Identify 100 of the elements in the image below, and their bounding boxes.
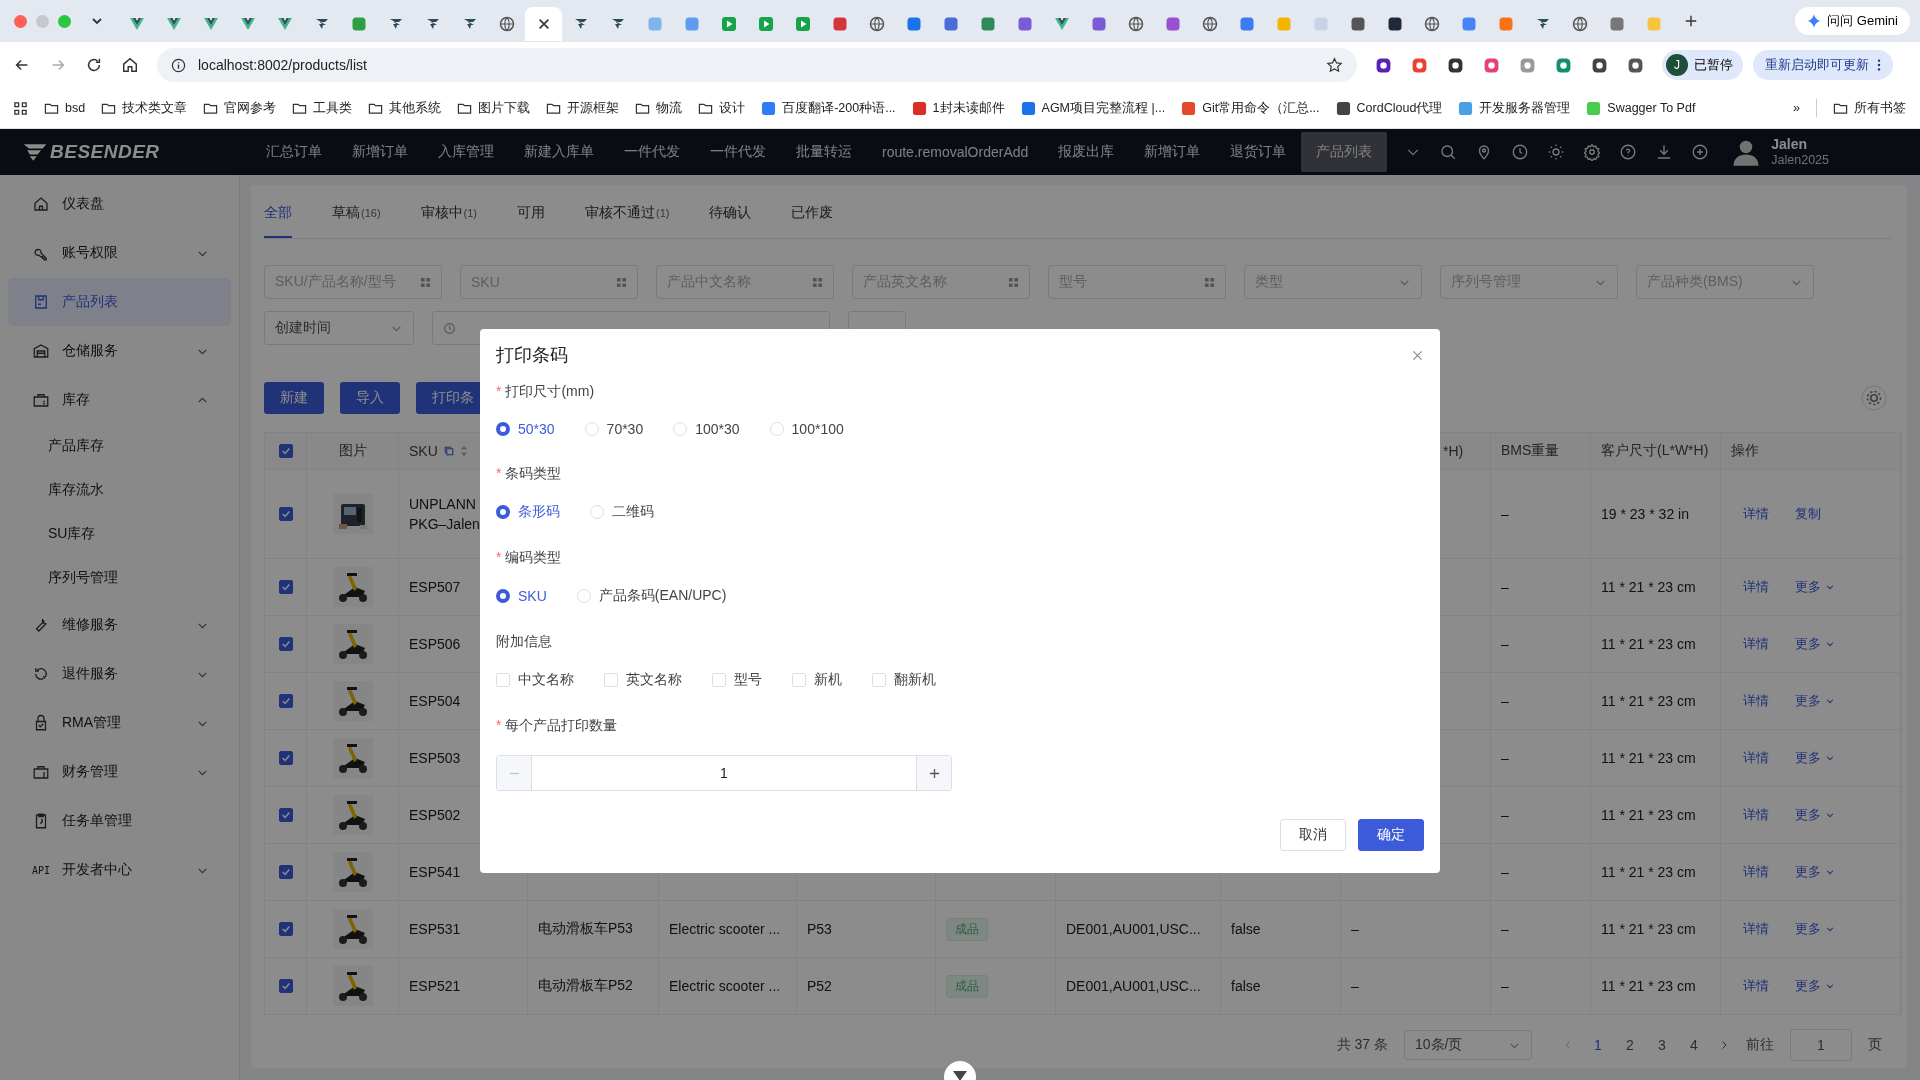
profile-button[interactable]: J 已暂停 [1662, 50, 1743, 80]
checkbox-option[interactable]: 型号 [712, 671, 762, 689]
sidebar-item[interactable]: API 开发者中心 [8, 846, 231, 894]
bookmark[interactable]: AGM项目完整流程 |... [1020, 99, 1166, 117]
row-checkbox[interactable] [278, 507, 293, 521]
bookmark[interactable]: 其他系统 [368, 99, 442, 117]
copy-icon[interactable] [442, 445, 455, 457]
sidebar-item[interactable]: RMA管理 [8, 699, 231, 747]
bookmark[interactable]: 设计 [698, 99, 746, 117]
row-checkbox[interactable] [278, 865, 293, 879]
home-icon[interactable] [121, 56, 139, 74]
bookmark[interactable]: 技术类文章 [101, 99, 188, 117]
radio-button[interactable] [496, 589, 510, 603]
bookmark[interactable]: 官网参考 [203, 99, 277, 117]
sort-icon[interactable] [459, 445, 468, 457]
status-tab[interactable]: 审核不通过(1) [585, 190, 670, 238]
sidebar-item[interactable]: 退件服务 [8, 650, 231, 698]
close-icon[interactable] [536, 17, 551, 31]
checkbox[interactable] [604, 673, 618, 687]
nav-tab[interactable]: route.removalOrderAdd [867, 129, 1044, 175]
row-checkbox[interactable] [278, 808, 293, 822]
action-link[interactable]: 详情 [1743, 920, 1769, 938]
page-number[interactable]: 2 [1622, 1037, 1638, 1053]
extension-icon[interactable] [1591, 56, 1608, 74]
status-tab[interactable]: 已作废 [791, 190, 834, 238]
extension-icon[interactable] [1627, 56, 1644, 74]
action-link[interactable]: 详情 [1743, 863, 1769, 881]
status-tab[interactable]: 待确认 [709, 190, 752, 238]
action-link[interactable]: 详情 [1743, 977, 1769, 995]
column-header[interactable]: SKU [409, 443, 438, 459]
clock-icon[interactable] [1511, 143, 1530, 161]
row-checkbox[interactable] [278, 694, 293, 708]
sidebar-item[interactable]: 仓储服务 [8, 327, 231, 375]
nav-tab[interactable]: 汇总订单 [251, 129, 337, 175]
radio-option[interactable]: 产品条码(EAN/UPC) [576, 587, 727, 605]
sidebar-subitem[interactable]: 序列号管理 [0, 556, 239, 600]
row-checkbox[interactable] [278, 979, 293, 993]
bookmark[interactable]: 图片下载 [457, 99, 531, 117]
row-checkbox[interactable] [278, 751, 293, 765]
confirm-button[interactable]: 确定 [1358, 819, 1424, 851]
page-size-select[interactable]: 10条/页 [1404, 1030, 1532, 1060]
reload-icon[interactable] [85, 56, 103, 74]
status-tab[interactable]: 可用 [517, 190, 545, 238]
row-checkbox[interactable] [278, 922, 293, 936]
bookmark[interactable]: 百度翻译-200种语... [761, 99, 896, 117]
nav-tab[interactable]: 新增订单 [1129, 129, 1216, 175]
gemini-button[interactable]: 问问 Gemini [1795, 7, 1910, 35]
checkbox-option[interactable]: 新机 [792, 671, 842, 689]
update-button[interactable]: 重新启动即可更新 [1753, 50, 1893, 80]
action-link[interactable]: 更多 [1795, 977, 1835, 995]
checkbox[interactable] [872, 673, 886, 687]
sidebar-item[interactable]: 账号权限 [8, 229, 231, 277]
action-link[interactable]: 更多 [1795, 806, 1835, 824]
radio-option[interactable]: 100*100 [769, 421, 844, 437]
nav-tab[interactable]: 一件代发 [609, 129, 695, 175]
nav-tab[interactable]: 批量转运 [781, 129, 867, 175]
row-checkbox[interactable] [278, 637, 293, 651]
star-icon[interactable] [1326, 56, 1343, 74]
bookmark[interactable]: 工具类 [292, 99, 353, 117]
page-number[interactable]: 3 [1654, 1037, 1670, 1053]
sidebar-subitem[interactable]: SU库存 [0, 512, 239, 556]
nav-tab[interactable]: 入库管理 [423, 129, 509, 175]
checkbox[interactable] [792, 673, 806, 687]
bookmark[interactable]: 开发服务器管理 [1458, 99, 1571, 117]
bookmark[interactable]: bsd [44, 100, 86, 116]
checkbox[interactable] [712, 673, 726, 687]
radio-option[interactable]: 70*30 [584, 421, 644, 437]
radio-option[interactable]: 100*30 [673, 421, 740, 437]
radio-option[interactable]: SKU [496, 587, 547, 605]
action-link[interactable]: 详情 [1743, 806, 1769, 824]
checkbox-option[interactable]: 翻新机 [872, 671, 936, 689]
nav-tab[interactable]: 一件代发 [695, 129, 781, 175]
bookmark[interactable]: Git常用命令（汇总... [1181, 99, 1320, 117]
sun-icon[interactable] [1547, 143, 1566, 161]
more-bookmarks-button[interactable]: » [1793, 101, 1800, 115]
address-bar[interactable]: localhost:8002/products/list [157, 48, 1357, 82]
radio-button[interactable] [496, 505, 510, 519]
bookmark[interactable]: 开源框架 [546, 99, 620, 117]
nav-tab[interactable]: 产品列表 [1301, 132, 1388, 172]
radio-option[interactable]: 50*30 [496, 421, 555, 437]
select-field[interactable]: 创建时间 [264, 311, 414, 345]
sidebar-item[interactable]: 财务管理 [8, 748, 231, 796]
goto-page-field[interactable]: 1 [1790, 1029, 1852, 1061]
sidebar-subitem[interactable]: 库存流水 [0, 468, 239, 512]
sidebar-item[interactable]: 库存 [8, 376, 231, 424]
status-tab[interactable]: 审核中(1) [420, 190, 477, 238]
nav-tab[interactable]: 新建入库单 [509, 129, 609, 175]
sidebar-item[interactable]: 产品列表 [8, 278, 231, 326]
status-tab[interactable]: 草稿(16) [332, 190, 381, 238]
row-checkbox[interactable] [278, 580, 293, 594]
action-link[interactable]: 详情 [1743, 578, 1769, 596]
sidebar-item[interactable]: 任务单管理 [8, 797, 231, 845]
nav-tab[interactable]: 新增订单 [337, 129, 423, 175]
action-link[interactable]: 更多 [1795, 578, 1835, 596]
action-link[interactable]: 更多 [1795, 692, 1835, 710]
page-number[interactable]: 4 [1686, 1037, 1702, 1053]
settings-icon[interactable] [1583, 143, 1602, 161]
action-link[interactable]: 更多 [1795, 863, 1835, 881]
apps-grid-icon[interactable] [13, 100, 28, 116]
action-link[interactable]: 更多 [1795, 920, 1835, 938]
